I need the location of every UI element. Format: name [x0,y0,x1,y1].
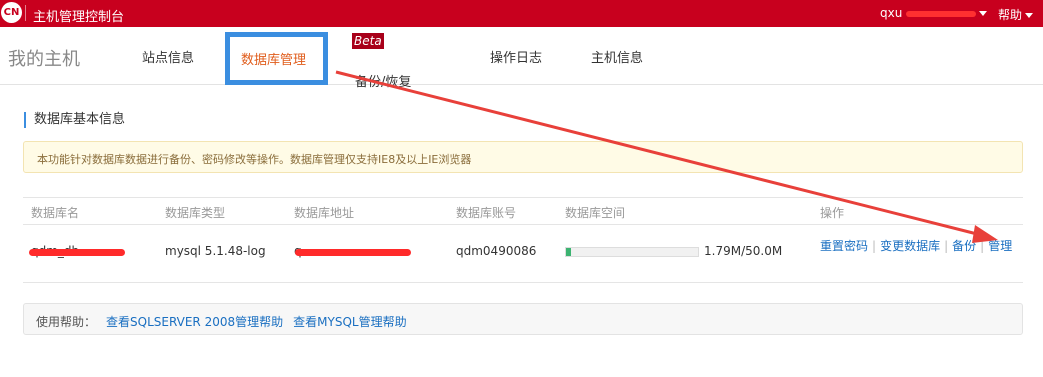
redaction-mark [906,10,977,17]
tab-database-management[interactable]: 数据库管理 [225,32,328,85]
manage-link[interactable]: 管理 [988,239,1012,253]
table-header: 数据库名 数据库类型 数据库地址 数据库账号 数据库空间 操作 [23,197,1023,225]
help-box-label: 使用帮助： [36,315,97,329]
tab-host-info[interactable]: 主机信息 [591,47,643,66]
beta-badge: Beta [352,33,384,49]
op-divider: | [872,239,877,253]
brand-logo-icon: CN [1,2,22,23]
help-label: 帮助 [998,8,1023,22]
redaction-mark [29,249,125,256]
redaction-mark [295,249,411,256]
header-db-account: 数据库账号 [456,206,517,220]
header-db-address: 数据库地址 [294,206,355,220]
help-box: 使用帮助： 查看SQLSERVER 2008管理帮助 查看MYSQL管理帮助 [23,303,1023,335]
top-bar: CN 主机管理控制台 qxu 帮助 [0,0,1043,27]
reset-password-link[interactable]: 重置密码 [820,239,868,253]
notice-banner: 本功能针对数据库数据进行备份、密码修改等操作。数据库管理仅支持IE8及以上IE浏… [23,141,1023,173]
change-database-link[interactable]: 变更数据库 [880,239,940,253]
section-title: 数据库基本信息 [24,112,125,128]
op-divider: | [980,239,985,253]
chevron-down-icon [1025,13,1034,18]
backup-link[interactable]: 备份 [952,239,976,253]
db-type-cell: mysql 5.1.48-log [165,244,266,258]
op-divider: | [944,239,949,253]
tab-operation-log[interactable]: 操作日志 [490,47,542,66]
topbar-divider [25,5,26,21]
nav-brand: 我的主机 [8,49,80,70]
space-progress-bar [565,247,699,257]
user-name: qxu [880,6,903,20]
db-space-text: 1.79M/50.0M [704,244,783,258]
sqlserver-help-link[interactable]: 查看SQLSERVER 2008管理帮助 [106,315,283,329]
app-title: 主机管理控制台 [33,10,125,25]
main-nav: 我的主机 站点信息 数据库管理 Beta 备份/恢复 操作日志 主机信息 [0,27,1043,90]
tab-site-info[interactable]: 站点信息 [142,47,194,66]
header-operations: 操作 [820,206,845,220]
help-menu[interactable]: 帮助 [998,6,1034,23]
tab-database-management-label: 数据库管理 [241,53,307,68]
chevron-down-icon [979,11,988,16]
space-progress-fill [566,248,571,256]
operations-cell: 重置密码 | 变更数据库 | 备份 | 管理 [820,238,1020,254]
header-db-name: 数据库名 [31,206,80,220]
mysql-help-link[interactable]: 查看MYSQL管理帮助 [293,315,406,329]
header-db-space: 数据库空间 [565,206,626,220]
user-menu[interactable]: qxu [880,6,988,20]
table-row: qdm_db mysql 5.1.48-log q qdm0490086 1.7… [23,225,1023,283]
header-db-type: 数据库类型 [165,206,226,220]
db-account-cell: qdm0490086 [456,244,537,258]
tab-backup-restore[interactable]: 备份/恢复 [355,71,411,90]
